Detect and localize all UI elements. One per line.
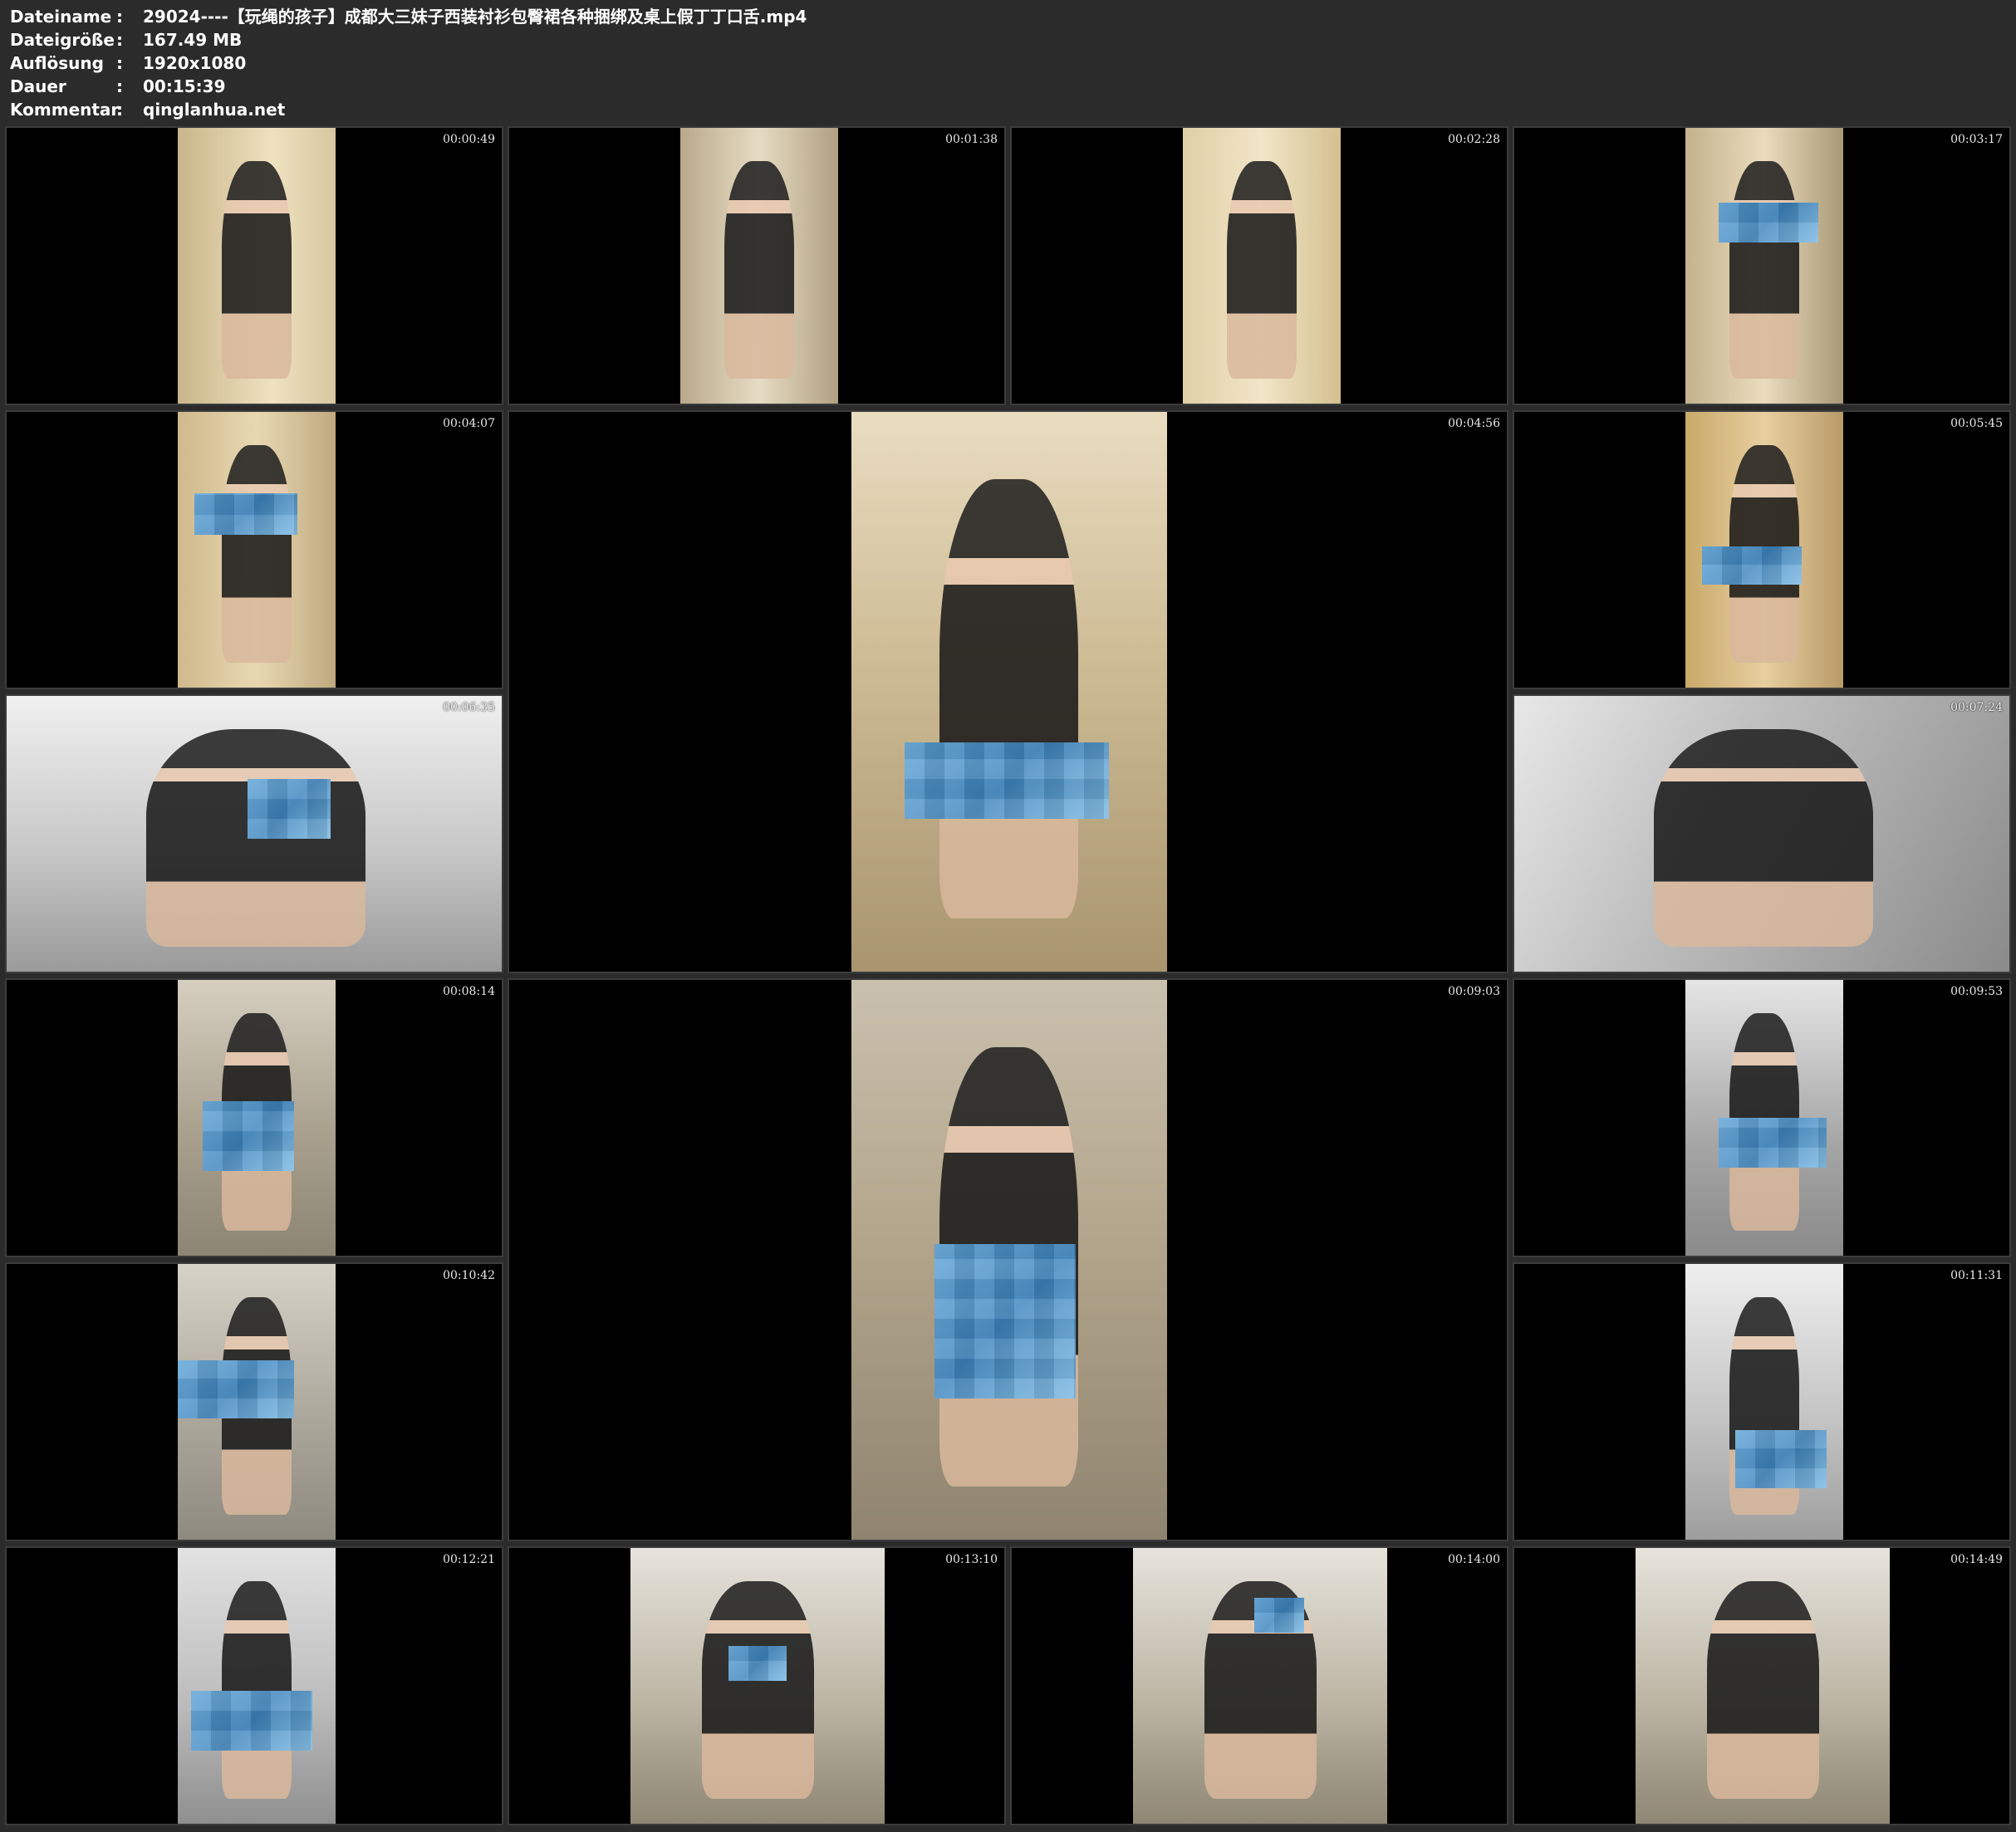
filesize-value: 167.49 MB bbox=[143, 30, 243, 50]
duration-label: Dauer bbox=[10, 76, 66, 96]
thumbnail-tile: 00:04:56 bbox=[508, 410, 1508, 973]
timestamp-label: 00:14:00 bbox=[1448, 1553, 1500, 1566]
censor-mosaic bbox=[1735, 1430, 1827, 1488]
timestamp-label: 00:02:28 bbox=[1448, 133, 1500, 146]
filesize-label: Dateigröße bbox=[10, 30, 115, 50]
censor-mosaic bbox=[1719, 203, 1818, 242]
video-frame bbox=[178, 1548, 336, 1824]
thumbnail-tile: 00:11:31 bbox=[1513, 1262, 2011, 1541]
thumbnail-tile: 00:01:38 bbox=[508, 126, 1006, 405]
thumbnail-tile: 00:13:10 bbox=[508, 1546, 1006, 1825]
censor-mosaic bbox=[203, 1101, 294, 1171]
censor-mosaic bbox=[194, 493, 297, 535]
resolution-label: Auflösung bbox=[10, 53, 104, 73]
timestamp-label: 00:09:53 bbox=[1950, 985, 2003, 998]
video-frame bbox=[178, 412, 336, 688]
video-frame bbox=[1685, 128, 1843, 404]
timestamp-label: 00:03:17 bbox=[1950, 133, 2003, 146]
thumbnail-tile: 00:00:49 bbox=[5, 126, 503, 405]
timestamp-label: 00:14:49 bbox=[1950, 1553, 2003, 1566]
thumbnail-tile: 00:14:49 bbox=[1513, 1546, 2011, 1825]
thumbnail-tile: 00:04:07 bbox=[5, 410, 503, 689]
video-frame bbox=[680, 128, 838, 404]
timestamp-label: 00:04:56 bbox=[1448, 417, 1500, 430]
censor-mosaic bbox=[1702, 546, 1802, 585]
separator: : bbox=[116, 7, 123, 27]
thumbnail-tile: 00:06:35 bbox=[5, 694, 503, 973]
video-frame bbox=[1514, 696, 2009, 972]
censor-mosaic bbox=[1254, 1598, 1304, 1633]
video-frame bbox=[1685, 412, 1843, 688]
thumbnail-tile: 00:09:03 bbox=[508, 978, 1508, 1541]
timestamp-label: 00:12:21 bbox=[443, 1553, 495, 1566]
filename-value: 29024----【玩绳的孩子】成都大三妹子西装衬衫包臀裙各种捆绑及桌上假丁丁口… bbox=[143, 7, 807, 27]
file-info-row: Kommentar : qinglanhua.net bbox=[10, 98, 807, 121]
timestamp-label: 00:09:03 bbox=[1448, 985, 1500, 998]
separator: : bbox=[116, 53, 123, 73]
video-frame bbox=[851, 980, 1167, 1540]
person-silhouette bbox=[222, 445, 292, 663]
separator: : bbox=[116, 30, 123, 50]
video-frame bbox=[1183, 128, 1341, 404]
comment-value: qinglanhua.net bbox=[143, 100, 286, 120]
censor-mosaic bbox=[905, 742, 1109, 819]
video-frame bbox=[7, 696, 502, 972]
censor-mosaic bbox=[248, 779, 331, 839]
file-info-row: Auflösung : 1920x1080 bbox=[10, 51, 807, 75]
timestamp-label: 00:10:42 bbox=[443, 1269, 495, 1282]
person-silhouette bbox=[1707, 1581, 1819, 1799]
timestamp-label: 00:04:07 bbox=[443, 417, 495, 430]
person-silhouette bbox=[222, 161, 292, 379]
person-silhouette bbox=[1654, 729, 1873, 947]
video-frame bbox=[178, 980, 336, 1256]
censor-mosaic bbox=[934, 1244, 1076, 1398]
timestamp-label: 00:05:45 bbox=[1950, 417, 2003, 430]
person-silhouette bbox=[1227, 161, 1297, 379]
thumbnail-tile: 00:02:28 bbox=[1010, 126, 1508, 405]
video-frame bbox=[1636, 1548, 1890, 1824]
filename-label: Dateiname bbox=[10, 7, 112, 27]
thumbnail-tile: 00:08:14 bbox=[5, 978, 503, 1257]
thumbnail-tile: 00:07:24 bbox=[1513, 694, 2011, 973]
person-silhouette bbox=[939, 479, 1078, 918]
censor-mosaic bbox=[1719, 1118, 1827, 1168]
file-info-row: Dauer : 00:15:39 bbox=[10, 75, 807, 98]
resolution-value: 1920x1080 bbox=[143, 53, 247, 73]
person-silhouette bbox=[702, 1581, 814, 1799]
timestamp-label: 00:07:24 bbox=[1950, 701, 2003, 714]
thumbnail-tile: 00:10:42 bbox=[5, 1262, 503, 1541]
person-silhouette bbox=[222, 1581, 292, 1799]
video-frame bbox=[1685, 1264, 1843, 1540]
file-info-row: Dateigröße : 167.49 MB bbox=[10, 28, 807, 51]
video-frame bbox=[178, 1264, 336, 1540]
file-info-header: Dateiname : 29024----【玩绳的孩子】成都大三妹子西装衬衫包臀… bbox=[10, 5, 807, 121]
timestamp-label: 00:00:49 bbox=[443, 133, 495, 146]
censor-mosaic bbox=[728, 1646, 787, 1681]
file-info-row: Dateiname : 29024----【玩绳的孩子】成都大三妹子西装衬衫包臀… bbox=[10, 5, 807, 28]
thumbnail-tile: 00:03:17 bbox=[1513, 126, 2011, 405]
separator: : bbox=[116, 76, 123, 96]
video-frame bbox=[1685, 980, 1843, 1256]
comment-label: Kommentar bbox=[10, 100, 120, 120]
censor-mosaic bbox=[178, 1360, 294, 1418]
thumbnail-tile: 00:12:21 bbox=[5, 1546, 503, 1825]
video-frame bbox=[851, 412, 1167, 972]
separator: : bbox=[116, 100, 123, 120]
timestamp-label: 00:13:10 bbox=[945, 1553, 998, 1566]
video-frame bbox=[178, 128, 336, 404]
duration-value: 00:15:39 bbox=[143, 76, 226, 96]
censor-mosaic bbox=[191, 1691, 312, 1751]
video-frame bbox=[630, 1548, 885, 1824]
person-silhouette bbox=[1729, 161, 1799, 379]
timestamp-label: 00:06:35 bbox=[443, 701, 495, 714]
thumbnail-tile: 00:09:53 bbox=[1513, 978, 2011, 1257]
timestamp-label: 00:08:14 bbox=[443, 985, 495, 998]
person-silhouette bbox=[724, 161, 794, 379]
thumbnail-tile: 00:05:45 bbox=[1513, 410, 2011, 689]
timestamp-label: 00:01:38 bbox=[945, 133, 998, 146]
video-frame bbox=[1133, 1548, 1387, 1824]
thumbnail-tile: 00:14:00 bbox=[1010, 1546, 1508, 1825]
timestamp-label: 00:11:31 bbox=[1950, 1269, 2003, 1282]
